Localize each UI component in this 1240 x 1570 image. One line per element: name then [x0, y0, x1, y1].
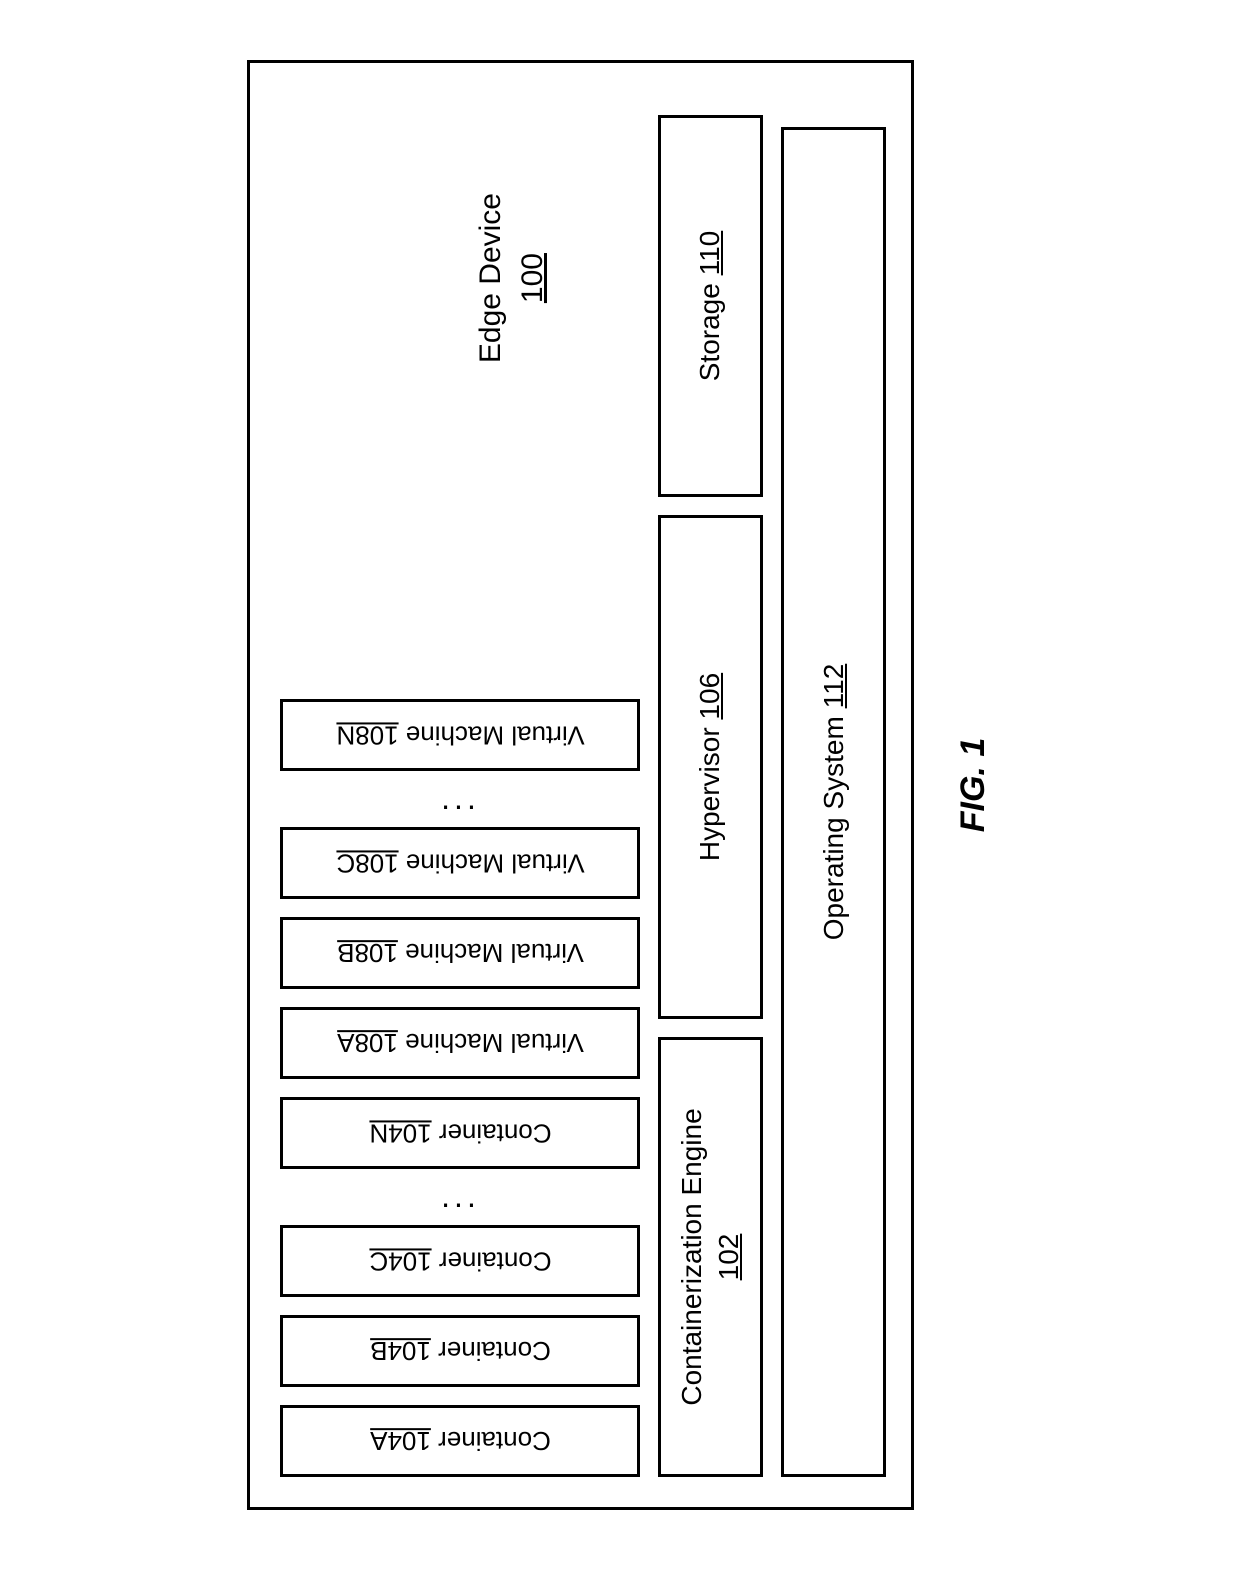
container-104c-text: Container 104C	[369, 1246, 551, 1277]
vm-108n-text: Virtual Machine 108N	[336, 720, 584, 751]
diagram-page: Edge Device 100 Container 104A Container…	[247, 35, 993, 1535]
container-104c-box: Container 104C	[280, 1225, 640, 1297]
containerization-engine-text: Containerization Engine	[676, 1108, 707, 1405]
containerization-engine-ref: 102	[713, 1234, 744, 1281]
vm-ellipsis: ...	[280, 789, 640, 809]
figure-label: FIG. 1	[954, 738, 993, 832]
storage-text: Storage	[694, 283, 725, 381]
vm-108b-text: Virtual Machine 108B	[337, 937, 584, 968]
operating-system-box: Operating System 112	[781, 127, 886, 1477]
edge-device-label: Edge Device 100	[470, 193, 554, 363]
vm-108n-box: Virtual Machine 108N	[280, 699, 640, 771]
hypervisor-box: Hypervisor 106	[658, 515, 763, 1019]
vm-108c-text: Virtual Machine 108C	[336, 848, 584, 879]
edge-device-box: Edge Device 100 Container 104A Container…	[247, 60, 914, 1510]
diagram-rotated-wrapper: Edge Device 100 Container 104A Container…	[247, 35, 993, 1535]
hypervisor-text: Hypervisor	[694, 727, 725, 861]
storage-ref: 110	[694, 231, 725, 276]
vm-108b-box: Virtual Machine 108B	[280, 917, 640, 989]
container-104b-box: Container 104B	[280, 1315, 640, 1387]
storage-box: Storage 110	[658, 115, 763, 497]
container-104b-text: Container 104B	[370, 1335, 551, 1366]
containerization-engine-box: Containerization Engine 102	[658, 1037, 763, 1477]
top-row: Container 104A Container 104B Container …	[280, 93, 640, 1477]
operating-system-ref: 112	[818, 664, 849, 709]
edge-device-ref: 100	[516, 253, 549, 303]
operating-system-text: Operating System	[818, 716, 849, 940]
container-104a-text: Container 104A	[370, 1425, 551, 1456]
middle-row: Containerization Engine 102 Hypervisor 1…	[658, 93, 763, 1477]
edge-device-text: Edge Device	[474, 193, 507, 363]
vm-108a-box: Virtual Machine 108A	[280, 1007, 640, 1079]
vm-108a-text: Virtual Machine 108A	[337, 1027, 584, 1058]
hypervisor-ref: 106	[694, 673, 725, 720]
container-104a-box: Container 104A	[280, 1405, 640, 1477]
container-104n-box: Container 104N	[280, 1097, 640, 1169]
container-ellipsis: ...	[280, 1187, 640, 1207]
container-104n-text: Container 104N	[369, 1118, 551, 1149]
vm-108c-box: Virtual Machine 108C	[280, 827, 640, 899]
